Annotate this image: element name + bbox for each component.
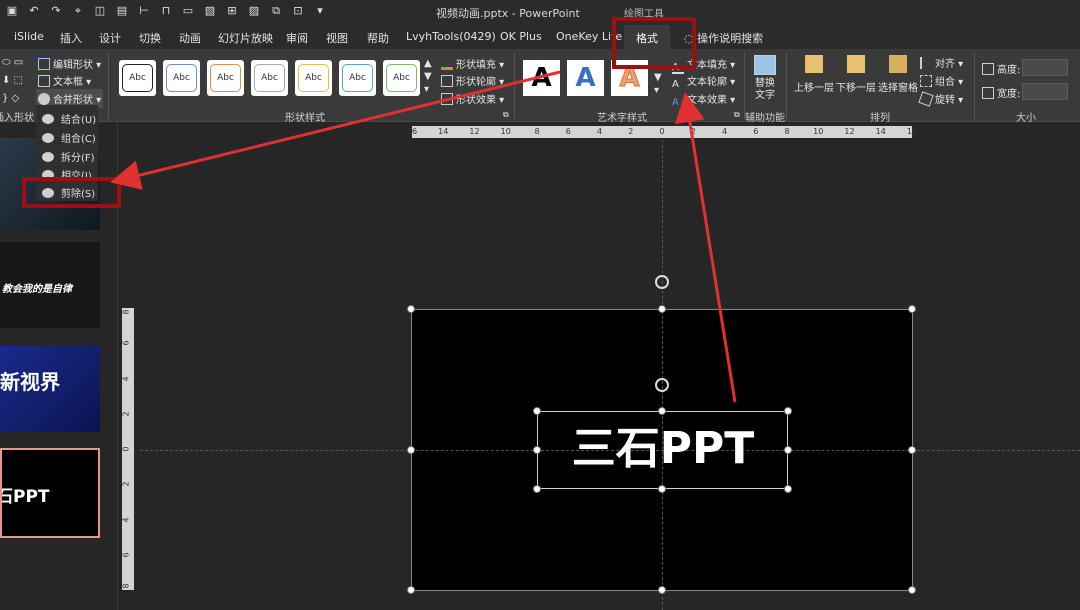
arrow-to-subtract [110,70,561,190]
arrow-to-wordart [675,92,737,403]
annotation-arrows [110,70,737,403]
